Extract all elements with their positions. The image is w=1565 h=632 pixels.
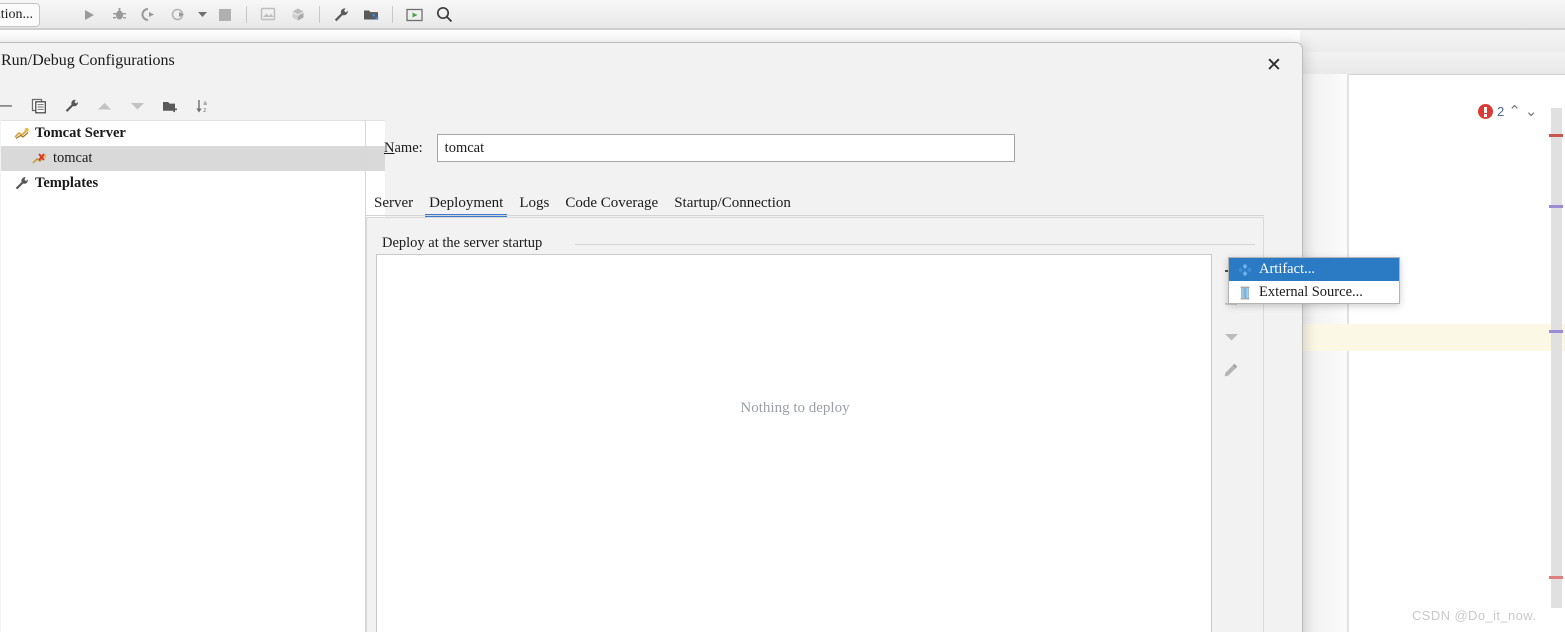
- watermark: CSDN @Do_it_now.: [1412, 608, 1537, 623]
- profile-dropdown-icon[interactable]: [194, 0, 210, 29]
- editor-breadcrumb-strip: [1300, 52, 1565, 75]
- run-with-coverage-icon[interactable]: [134, 0, 164, 29]
- copy-configuration-button[interactable]: [22, 92, 55, 120]
- tree-item-templates[interactable]: Templates: [1, 171, 385, 196]
- name-input[interactable]: [436, 134, 1015, 162]
- error-count-icon: [1478, 104, 1493, 119]
- tab-startup-connection[interactable]: Startup/Connection: [666, 189, 799, 217]
- menu-item-artifact[interactable]: Artifact...: [1229, 258, 1399, 281]
- move-up-button[interactable]: [88, 92, 121, 120]
- tab-label: Logs: [519, 194, 550, 211]
- search-everywhere-icon[interactable]: [429, 0, 459, 29]
- toolbar-separator: [319, 6, 320, 23]
- add-deployment-popup-menu[interactable]: Artifact... External Source...: [1228, 257, 1400, 304]
- run-debug-configurations-dialog: Run/Debug Configurations ✕ a z Tomcat Se…: [0, 42, 1303, 632]
- marker-change: [1549, 205, 1563, 208]
- run-configuration-selector[interactable]: ration...: [0, 3, 40, 27]
- screen-root: 2 ⌃ ⌄ ration...: [0, 0, 1565, 632]
- ide-main-toolbar: ration...: [0, 0, 1565, 29]
- tree-item-label: tomcat: [53, 150, 93, 166]
- project-structure-icon[interactable]: [356, 0, 386, 29]
- inspection-widget[interactable]: 2 ⌃ ⌄: [1478, 104, 1537, 119]
- artifact-icon: [1237, 262, 1252, 277]
- menu-item-external-source[interactable]: External Source...: [1229, 281, 1399, 304]
- edit-templates-button[interactable]: [55, 92, 88, 120]
- menu-item-label: Artifact...: [1259, 261, 1315, 277]
- tomcat-error-icon: [31, 151, 49, 167]
- next-problem-icon[interactable]: ⌄: [1525, 104, 1538, 119]
- stop-icon[interactable]: [210, 0, 240, 29]
- sync-gradle-icon[interactable]: [283, 0, 313, 29]
- external-source-icon: [1237, 285, 1252, 300]
- preview-icon[interactable]: [399, 0, 429, 29]
- device-manager-icon[interactable]: [253, 0, 283, 29]
- configuration-editor-panel: Name: Store as project file: [366, 91, 1302, 632]
- tab-logs[interactable]: Logs: [511, 189, 557, 217]
- toolbar-icon-group: [74, 0, 459, 29]
- configurations-tree[interactable]: Tomcat Server tomcat Templates: [1, 120, 385, 632]
- editor-tab-strip: [1300, 30, 1565, 53]
- tabs-underline: [366, 215, 1264, 216]
- new-folder-button[interactable]: [154, 92, 187, 120]
- close-icon[interactable]: ✕: [1262, 53, 1286, 77]
- deploy-group-title: Deploy at the server startup: [376, 235, 549, 252]
- build-wrench-icon[interactable]: [326, 0, 356, 29]
- configuration-tabs[interactable]: Server Deployment Logs Code Coverage Sta…: [366, 187, 1271, 217]
- tab-label: Server: [374, 194, 414, 211]
- tomcat-icon: [13, 126, 31, 142]
- marker-error: [1549, 576, 1563, 579]
- dialog-title: Run/Debug Configurations: [1, 52, 175, 69]
- editor-gutter: [1300, 74, 1349, 632]
- error-count-label: 2: [1497, 104, 1505, 119]
- menu-item-label: External Source...: [1259, 284, 1363, 300]
- previous-problem-icon[interactable]: ⌃: [1508, 104, 1521, 119]
- tree-item-tomcat[interactable]: tomcat: [1, 146, 385, 171]
- deploy-group-rule: [575, 244, 1255, 245]
- marker-change: [1549, 330, 1563, 333]
- profile-icon[interactable]: [164, 0, 194, 29]
- deploy-group-box: Deploy at the server startup Nothing to …: [366, 217, 1264, 632]
- editor-marker-track[interactable]: [1549, 108, 1563, 608]
- deployment-list[interactable]: Nothing to deploy: [376, 254, 1212, 632]
- toolbar-bottom-border: [0, 29, 1565, 30]
- svg-text:z: z: [203, 107, 206, 114]
- tab-code-coverage[interactable]: Code Coverage: [557, 189, 666, 217]
- toolbar-separator: [246, 6, 247, 23]
- wrench-icon: [13, 176, 31, 192]
- remove-configuration-button[interactable]: [0, 92, 22, 120]
- run-configuration-label: ration...: [0, 7, 33, 22]
- edit-deployment-button[interactable]: [1212, 353, 1250, 386]
- svg-text:a: a: [203, 100, 207, 107]
- editor-gutter-divider: [1347, 74, 1348, 632]
- tab-server[interactable]: Server: [366, 189, 421, 217]
- tree-item-label: Templates: [35, 175, 99, 191]
- debug-icon[interactable]: [104, 0, 134, 29]
- move-down-button[interactable]: [121, 92, 154, 120]
- tab-label: Code Coverage: [565, 194, 659, 211]
- move-down-deployment-button[interactable]: [1212, 320, 1250, 353]
- empty-deployment-message: Nothing to deploy: [740, 400, 850, 416]
- tree-item-label: Tomcat Server: [35, 125, 126, 141]
- sort-configurations-button[interactable]: a z: [187, 92, 220, 120]
- name-label: Name:: [384, 139, 423, 156]
- tab-deployment[interactable]: Deployment: [421, 189, 511, 217]
- name-row: Name:: [384, 133, 1284, 163]
- toolbar-separator: [392, 6, 393, 23]
- editor-highlighted-line: [1300, 324, 1565, 351]
- tab-label: Deployment: [429, 194, 504, 211]
- tab-label: Startup/Connection: [674, 194, 791, 211]
- tree-item-tomcat-server[interactable]: Tomcat Server: [1, 121, 385, 146]
- marker-error: [1549, 134, 1563, 137]
- configurations-toolbar: a z: [0, 91, 369, 121]
- run-icon[interactable]: [74, 0, 104, 29]
